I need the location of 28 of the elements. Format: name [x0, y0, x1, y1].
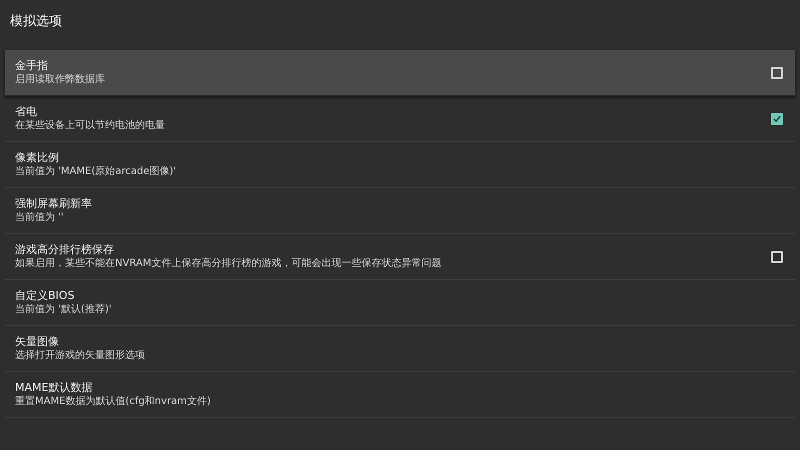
option-title: 省电 — [15, 105, 38, 119]
option-summary: 选择打开游戏的矢量图形选项 — [15, 349, 146, 362]
option-row[interactable]: 省电 在某些设备上可以节约电池的电量 — [5, 96, 795, 142]
option-row[interactable]: 自定义BIOS 当前值为 '默认(推荐)' — [5, 280, 795, 326]
option-title: 像素比例 — [15, 151, 60, 165]
option-summary: 当前值为 '' — [15, 211, 65, 224]
checkbox[interactable] — [771, 112, 783, 124]
screen-title: 模拟选项 — [9, 13, 63, 31]
option-row[interactable]: 像素比例 当前值为 'MAME(原始arcade图像)' — [5, 142, 795, 188]
option-summary: 当前值为 '默认(推荐)' — [15, 303, 112, 316]
checkbox[interactable] — [771, 66, 783, 78]
option-row[interactable]: MAME默认数据 重置MAME数据为默认值(cfg和nvram文件) — [5, 372, 795, 418]
option-title: 矢量图像 — [15, 335, 60, 349]
option-title: MAME默认数据 — [15, 381, 94, 395]
option-summary: 当前值为 'MAME(原始arcade图像)' — [15, 165, 178, 178]
option-row[interactable]: 强制屏幕刷新率 当前值为 '' — [5, 188, 795, 234]
option-summary: 如果启用，某些不能在NVRAM文件上保存高分排行榜的游戏，可能会出现一些保存状态异常问题 — [15, 257, 442, 270]
option-summary: 启用读取作弊数据库 — [15, 73, 106, 86]
option-title: 强制屏幕刷新率 — [15, 197, 93, 211]
option-row[interactable]: 游戏高分排行榜保存 如果启用，某些不能在NVRAM文件上保存高分排行榜的游戏，可能会出现一些保存状态异常问题 — [5, 234, 795, 280]
option-row[interactable]: 金手指 启用读取作弊数据库 — [5, 50, 795, 96]
checkbox[interactable] — [771, 250, 783, 262]
option-title: 游戏高分排行榜保存 — [15, 243, 115, 257]
option-summary: 在某些设备上可以节约电池的电量 — [15, 119, 166, 132]
option-title: 自定义BIOS — [15, 289, 76, 303]
option-summary: 重置MAME数据为默认值(cfg和nvram文件) — [15, 395, 212, 408]
option-row[interactable]: 矢量图像 选择打开游戏的矢量图形选项 — [5, 326, 795, 372]
option-title: 金手指 — [15, 59, 49, 73]
